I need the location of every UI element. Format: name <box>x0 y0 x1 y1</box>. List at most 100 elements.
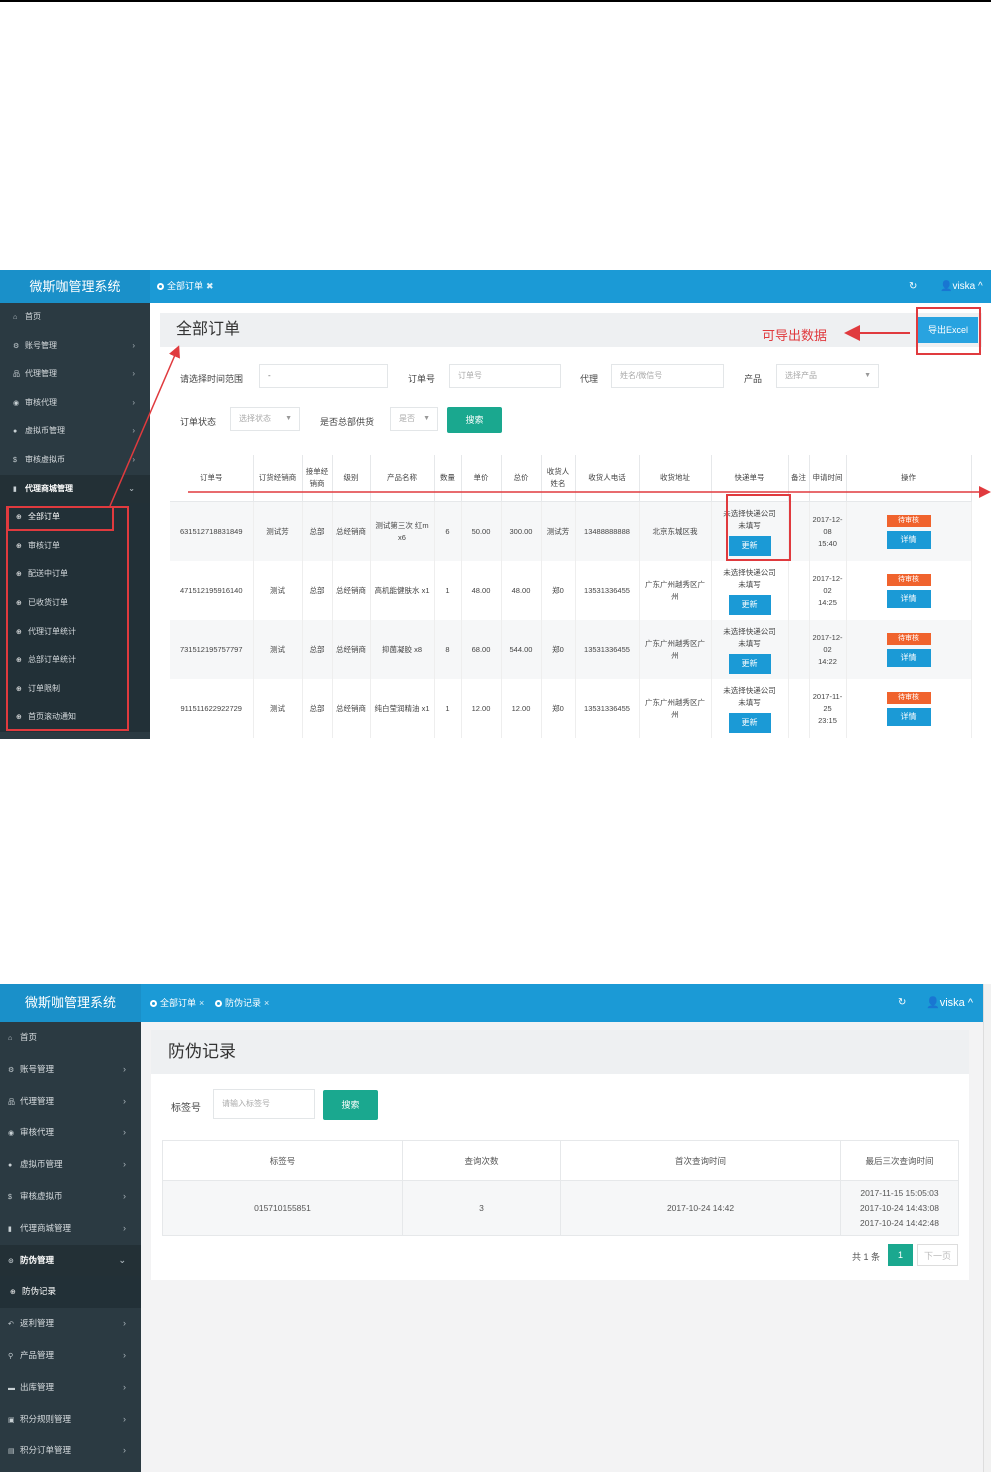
close-icon[interactable]: × <box>264 998 269 1008</box>
tag-input[interactable]: 请输入标签号 <box>213 1089 315 1119</box>
sidebar-item-outbound[interactable]: ▬ 出库管理 › <box>0 1372 141 1404</box>
sidebar-label: 防伪记录 <box>22 1286 57 1297</box>
file-icon: ▮ <box>8 1225 12 1233</box>
records-panel: 标签号 请输入标签号 搜索 标签号 查询次数 首次查询时间 最后三次查询时间 0… <box>151 1074 969 1280</box>
screen-icon: ▣ <box>8 1416 15 1424</box>
chevron-right-icon: › <box>123 1063 126 1074</box>
chevron-down-icon: ⌄ <box>118 1254 126 1265</box>
sidebar-label: 防伪管理 <box>20 1254 55 1265</box>
tab-anticounterfeit-records[interactable]: 防伪记录 × <box>215 984 269 1022</box>
search-icon: ⚲ <box>8 1352 14 1360</box>
table-header-row: 标签号 查询次数 首次查询时间 最后三次查询时间 <box>162 1140 959 1181</box>
sidebar-item-accounts[interactable]: ⚙ 账号管理 › <box>0 1054 141 1086</box>
sidebar-label: 虚拟币管理 <box>20 1159 63 1170</box>
sidebar-label: 积分规则管理 <box>20 1413 72 1424</box>
eye-icon: ◉ <box>8 1130 15 1138</box>
sidebar-item-products[interactable]: ⚲ 产品管理 › <box>0 1340 141 1372</box>
chevron-right-icon: › <box>123 1381 126 1392</box>
scrollbar[interactable] <box>983 984 991 1472</box>
sidebar-label: 出库管理 <box>20 1381 55 1392</box>
brand-title: 微斯咖管理系统 <box>0 984 141 1022</box>
chevron-right-icon: › <box>123 1127 126 1138</box>
sidebar-sub-anticounterfeit-records[interactable]: ⊕ 防伪记录 <box>0 1276 141 1309</box>
pager-total: 共 1 条 <box>852 1252 881 1262</box>
column-header: 查询次数 <box>402 1140 561 1181</box>
top-bar: 微斯咖管理系统 全部订单 × 防伪记录 × ↻ 👤viska ^ <box>0 984 983 1022</box>
chevron-right-icon: › <box>123 1222 126 1233</box>
sidebar-label: 代理商城管理 <box>20 1222 72 1233</box>
last-queries-cell: 2017-11-15 15:05:03 2017-10-24 14:43:08 … <box>840 1180 959 1236</box>
tag-cell: 015710155851 <box>162 1180 403 1236</box>
search-button[interactable]: 搜索 <box>323 1090 378 1120</box>
last-query-time: 2017-11-15 15:05:03 <box>860 1187 939 1198</box>
chevron-right-icon: › <box>123 1095 126 1106</box>
coin-icon: ● <box>8 1162 13 1170</box>
sidebar-item-points-orders[interactable]: ▤ 积分订单管理 › <box>0 1435 141 1467</box>
tab-label: 全部订单 <box>160 998 197 1008</box>
records-table: 标签号 查询次数 首次查询时间 最后三次查询时间 015710155851 3 … <box>162 1140 959 1236</box>
user-name: viska <box>939 997 965 1009</box>
arrow-to-title <box>109 345 180 507</box>
annotation-arrows <box>109 325 991 507</box>
sidebar-item-anticounterfeit[interactable]: ⊙ 防伪管理 ⌄ <box>0 1244 141 1277</box>
sidebar-item-virtual-coin[interactable]: ● 虚拟币管理 › <box>0 1149 141 1181</box>
page-title: 防伪记录 <box>168 1042 236 1061</box>
sidebar-label: 产品管理 <box>20 1349 55 1360</box>
tab-dot-icon <box>150 1000 157 1007</box>
doc-icon: ▤ <box>8 1448 15 1456</box>
orders-screenshot: 微斯咖管理系统 全部订单 ✖ ↻ 👤viska ^ ⌂ 首页 ⚙ 账号管理 › 品代理管… <box>0 270 991 739</box>
chevron-right-icon: › <box>123 1190 126 1201</box>
column-header: 首次查询时间 <box>560 1140 841 1181</box>
column-header: 标签号 <box>162 1140 403 1181</box>
sidebar-label: 账号管理 <box>20 1063 55 1074</box>
box-icon: ▬ <box>8 1384 15 1392</box>
anticounterfeit-screenshot: 微斯咖管理系统 全部订单 × 防伪记录 × ↻ 👤viska ^ ⌂ 首页 ⚙ 账号管理… <box>0 984 991 1472</box>
sidebar-label: 代理管理 <box>20 1095 55 1106</box>
chevron-right-icon: › <box>123 1445 126 1456</box>
last-query-time: 2017-10-24 14:43:08 <box>860 1202 939 1213</box>
reply-icon: ↶ <box>8 1321 14 1329</box>
dollar-icon: $ <box>8 1193 12 1201</box>
sidebar-item-review-coin[interactable]: $ 审核虚拟币 › <box>0 1181 141 1213</box>
tag-label: 标签号 <box>171 1103 201 1114</box>
user-icon: 👤 <box>926 997 940 1009</box>
last-query-time: 2017-10-24 14:42:48 <box>860 1217 939 1228</box>
sidebar-item-agents[interactable]: 品代理管理 › <box>0 1086 141 1118</box>
table-row: 015710155851 3 2017-10-24 14:42 2017-11-… <box>162 1180 959 1236</box>
sidebar-item-agent-mall[interactable]: ▮ 代理商城管理 › <box>0 1213 141 1245</box>
tab-dot-icon <box>215 1000 222 1007</box>
chevron-right-icon: › <box>123 1159 126 1170</box>
circle-plus-icon: ⊕ <box>10 1289 16 1297</box>
home-icon: ⌂ <box>8 1035 13 1042</box>
pager-next[interactable]: 下一页 <box>917 1244 958 1266</box>
tab-label: 防伪记录 <box>225 998 262 1008</box>
first-query-cell: 2017-10-24 14:42 <box>560 1180 841 1236</box>
shield-icon: ⊙ <box>8 1257 14 1265</box>
user-menu[interactable]: 👤viska ^ <box>926 984 973 1022</box>
sidebar-label: 返利管理 <box>20 1318 55 1329</box>
sidebar-label: 审核代理 <box>20 1127 55 1138</box>
chevron-up-icon: ^ <box>964 997 973 1009</box>
chevron-right-icon: › <box>123 1413 126 1424</box>
sidebar: ⌂ 首页 ⚙ 账号管理 › 品代理管理 › ◉ 审核代理 › ● 虚拟币管理 › $ 审核虚拟币 ›… <box>0 1022 141 1472</box>
sidebar-item-rebates[interactable]: ↶ 返利管理 › <box>0 1308 141 1340</box>
page-header: 防伪记录 <box>151 1030 969 1074</box>
tab-all-orders[interactable]: 全部订单 × <box>150 984 204 1022</box>
pager-page-1[interactable]: 1 <box>888 1244 913 1266</box>
refresh-icon[interactable]: ↻ <box>898 984 906 1022</box>
page-top-rule <box>0 0 991 2</box>
gears-icon: ⚙ <box>8 1066 15 1074</box>
sidebar-item-home[interactable]: ⌂ 首页 <box>0 1022 141 1054</box>
sidebar-item-points-rules[interactable]: ▣ 积分规则管理 › <box>0 1404 141 1436</box>
chevron-right-icon: › <box>123 1349 126 1360</box>
sidebar-item-review-agents[interactable]: ◉ 审核代理 › <box>0 1117 141 1149</box>
sidebar-label: 首页 <box>20 1032 38 1042</box>
count-cell: 3 <box>402 1180 561 1236</box>
sitemap-icon: 品 <box>8 1098 15 1106</box>
sidebar-label: 积分订单管理 <box>20 1445 72 1456</box>
column-header: 最后三次查询时间 <box>840 1140 959 1181</box>
sidebar-label: 审核虚拟币 <box>20 1190 63 1201</box>
close-icon[interactable]: × <box>199 998 204 1008</box>
chevron-right-icon: › <box>123 1318 126 1329</box>
main-content: 防伪记录 标签号 请输入标签号 搜索 标签号 查询次数 首次查询时间 最后三次查… <box>141 1022 983 1472</box>
